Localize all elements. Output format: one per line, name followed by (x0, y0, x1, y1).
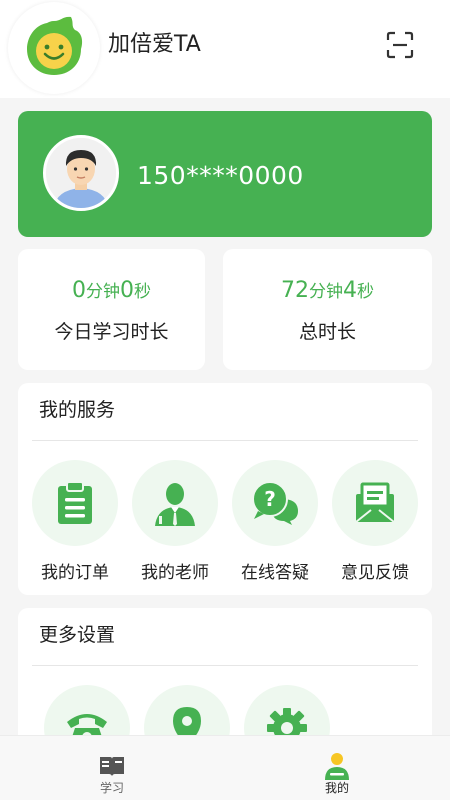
bottom-tab-bar: 学习 我的 (0, 735, 450, 800)
question-chat-icon: ? (252, 481, 298, 525)
app-header: 加倍爱TA (0, 0, 450, 98)
book-icon (98, 752, 126, 780)
service-icon-circle: ? (232, 460, 318, 546)
smiley-logo-icon (27, 16, 83, 75)
teacher-icon (155, 483, 195, 526)
feedback-mail-icon (355, 482, 395, 523)
total-seconds-unit: 秒 (357, 282, 374, 302)
service-icon-circle (132, 460, 218, 546)
services-title: 我的服务 (39, 399, 116, 421)
section-divider (32, 665, 418, 666)
service-label: 我的老师 (141, 563, 209, 583)
total-seconds: 4 (343, 278, 357, 303)
app-logo (8, 2, 100, 94)
scan-icon (386, 31, 414, 59)
app-title: 加倍爱TA (108, 32, 201, 57)
profile-card[interactable]: 150****0000 (18, 111, 432, 237)
tab-study[interactable]: 学习 (72, 736, 152, 800)
settings-title: 更多设置 (39, 624, 116, 646)
service-label: 我的订单 (41, 563, 109, 583)
service-icon-circle (32, 460, 118, 546)
total-study-value: 72分钟4秒 (223, 277, 432, 306)
total-study-card: 72分钟4秒 总时长 (223, 249, 432, 370)
today-study-label: 今日学习时长 (54, 321, 169, 343)
svg-text:?: ? (264, 487, 276, 511)
phone-number: 150****0000 (137, 161, 304, 190)
section-divider (32, 440, 418, 441)
user-avatar-icon (46, 138, 116, 208)
service-online-qa[interactable]: ? 在线答疑 (225, 460, 325, 584)
total-minutes: 72 (281, 278, 309, 303)
total-study-label: 总时长 (298, 321, 356, 343)
today-minutes-unit: 分钟 (86, 282, 120, 302)
service-icon-circle (332, 460, 418, 546)
today-study-card: 0分钟0秒 今日学习时长 (18, 249, 205, 370)
tab-label: 学习 (99, 781, 124, 795)
service-label: 意见反馈 (341, 563, 409, 583)
user-icon (323, 752, 351, 780)
tab-mine[interactable]: 我的 (297, 736, 377, 800)
scan-button[interactable] (384, 29, 416, 61)
avatar[interactable] (43, 135, 119, 211)
today-minutes: 0 (72, 278, 86, 303)
clipboard-icon (58, 481, 92, 524)
today-seconds: 0 (120, 278, 134, 303)
today-study-value: 0分钟0秒 (18, 277, 205, 306)
today-seconds-unit: 秒 (134, 282, 151, 302)
service-label: 在线答疑 (241, 563, 309, 583)
total-minutes-unit: 分钟 (309, 282, 343, 302)
service-my-orders[interactable]: 我的订单 (25, 460, 125, 584)
services-section: 我的服务 我的订单 我的老师 ? 在线答疑 意见反馈 (18, 383, 432, 595)
service-my-teacher[interactable]: 我的老师 (125, 460, 225, 584)
service-feedback[interactable]: 意见反馈 (325, 460, 425, 584)
tab-label: 我的 (324, 781, 349, 795)
